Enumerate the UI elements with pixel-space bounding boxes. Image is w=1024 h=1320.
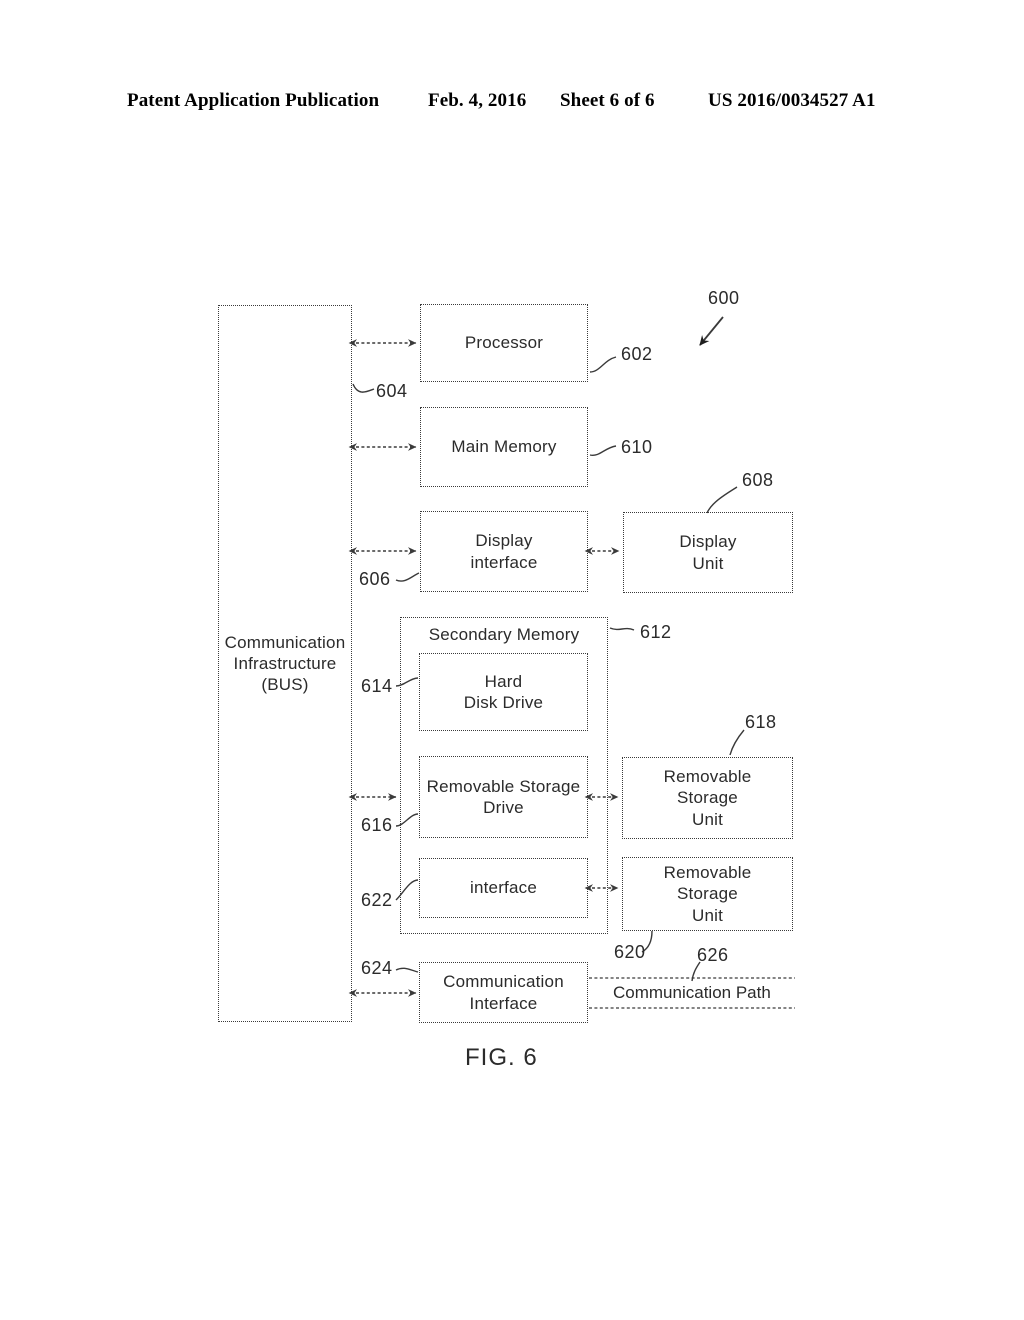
removable-storage-drive-label-line1: Removable Storage bbox=[426, 776, 581, 796]
hard-disk-drive-label-line2: Disk Drive bbox=[463, 693, 544, 712]
numeral-600: 600 bbox=[708, 288, 740, 308]
numeral-606: 606 bbox=[359, 569, 391, 589]
block-communication-infrastructure-bus[interactable]: Communication Infrastructure (BUS) bbox=[218, 305, 352, 1022]
communication-path-label: Communication Path bbox=[613, 983, 771, 1002]
removable-storage-unit-620-label-line2: Storage bbox=[677, 884, 738, 904]
numeral-604: 604 bbox=[376, 381, 408, 401]
removable-storage-unit-618-label-line3: Unit bbox=[691, 809, 724, 829]
interface-label: interface bbox=[469, 878, 537, 898]
numeral-626: 626 bbox=[697, 945, 729, 965]
numeral-620: 620 bbox=[614, 942, 646, 962]
block-interface[interactable]: interface bbox=[419, 858, 588, 918]
processor-label: Processor bbox=[464, 333, 544, 353]
display-interface-label-line2: interface bbox=[470, 552, 538, 572]
numeral-602: 602 bbox=[621, 344, 653, 364]
block-main-memory[interactable]: Main Memory bbox=[420, 407, 588, 487]
patent-figure-6: Communication Infrastructure (BUS) Proce… bbox=[0, 0, 1024, 1320]
block-communication-interface[interactable]: Communication Interface bbox=[419, 962, 588, 1023]
figure-caption: FIG. 6 bbox=[465, 1044, 538, 1071]
block-removable-storage-unit-620[interactable]: Removable Storage Unit bbox=[622, 857, 793, 931]
bus-label-line1: Communication bbox=[224, 632, 346, 652]
communication-interface-label-line2: Interface bbox=[469, 993, 538, 1013]
removable-storage-unit-618-label-line2: Storage bbox=[677, 788, 738, 808]
numeral-612: 612 bbox=[640, 622, 672, 642]
display-interface-label-line1: Display bbox=[475, 531, 533, 551]
block-processor[interactable]: Processor bbox=[420, 304, 588, 382]
block-removable-storage-unit-618[interactable]: Removable Storage Unit bbox=[622, 757, 793, 839]
numeral-614: 614 bbox=[361, 676, 393, 696]
bus-label-line2: Infrastructure bbox=[233, 653, 337, 673]
removable-storage-unit-618-label-line1: Removable bbox=[663, 767, 752, 787]
block-display-interface[interactable]: Display interface bbox=[420, 511, 588, 592]
removable-storage-drive-label-line2: Drive bbox=[483, 798, 524, 817]
removable-storage-unit-620-label-line3: Unit bbox=[691, 905, 724, 925]
numeral-622: 622 bbox=[361, 890, 393, 910]
communication-interface-label-line1: Communication bbox=[443, 972, 564, 992]
block-removable-storage-drive[interactable]: Removable Storage Drive bbox=[419, 756, 588, 838]
display-unit-label-line2: Unit bbox=[692, 553, 724, 573]
hard-disk-drive-label-line1: Hard bbox=[484, 671, 523, 691]
numeral-608: 608 bbox=[742, 470, 774, 490]
removable-storage-unit-620-label-line1: Removable bbox=[663, 863, 752, 883]
numeral-610: 610 bbox=[621, 437, 653, 457]
numeral-618: 618 bbox=[745, 712, 777, 732]
block-display-unit[interactable]: Display Unit bbox=[623, 512, 793, 593]
block-hard-disk-drive[interactable]: Hard Disk Drive bbox=[419, 653, 588, 731]
main-memory-label: Main Memory bbox=[451, 437, 557, 457]
secondary-memory-label: Secondary Memory bbox=[428, 625, 580, 644]
bus-label-line3: (BUS) bbox=[261, 675, 309, 695]
numeral-624: 624 bbox=[361, 958, 393, 978]
display-unit-label-line1: Display bbox=[679, 532, 737, 552]
numeral-616: 616 bbox=[361, 815, 393, 835]
